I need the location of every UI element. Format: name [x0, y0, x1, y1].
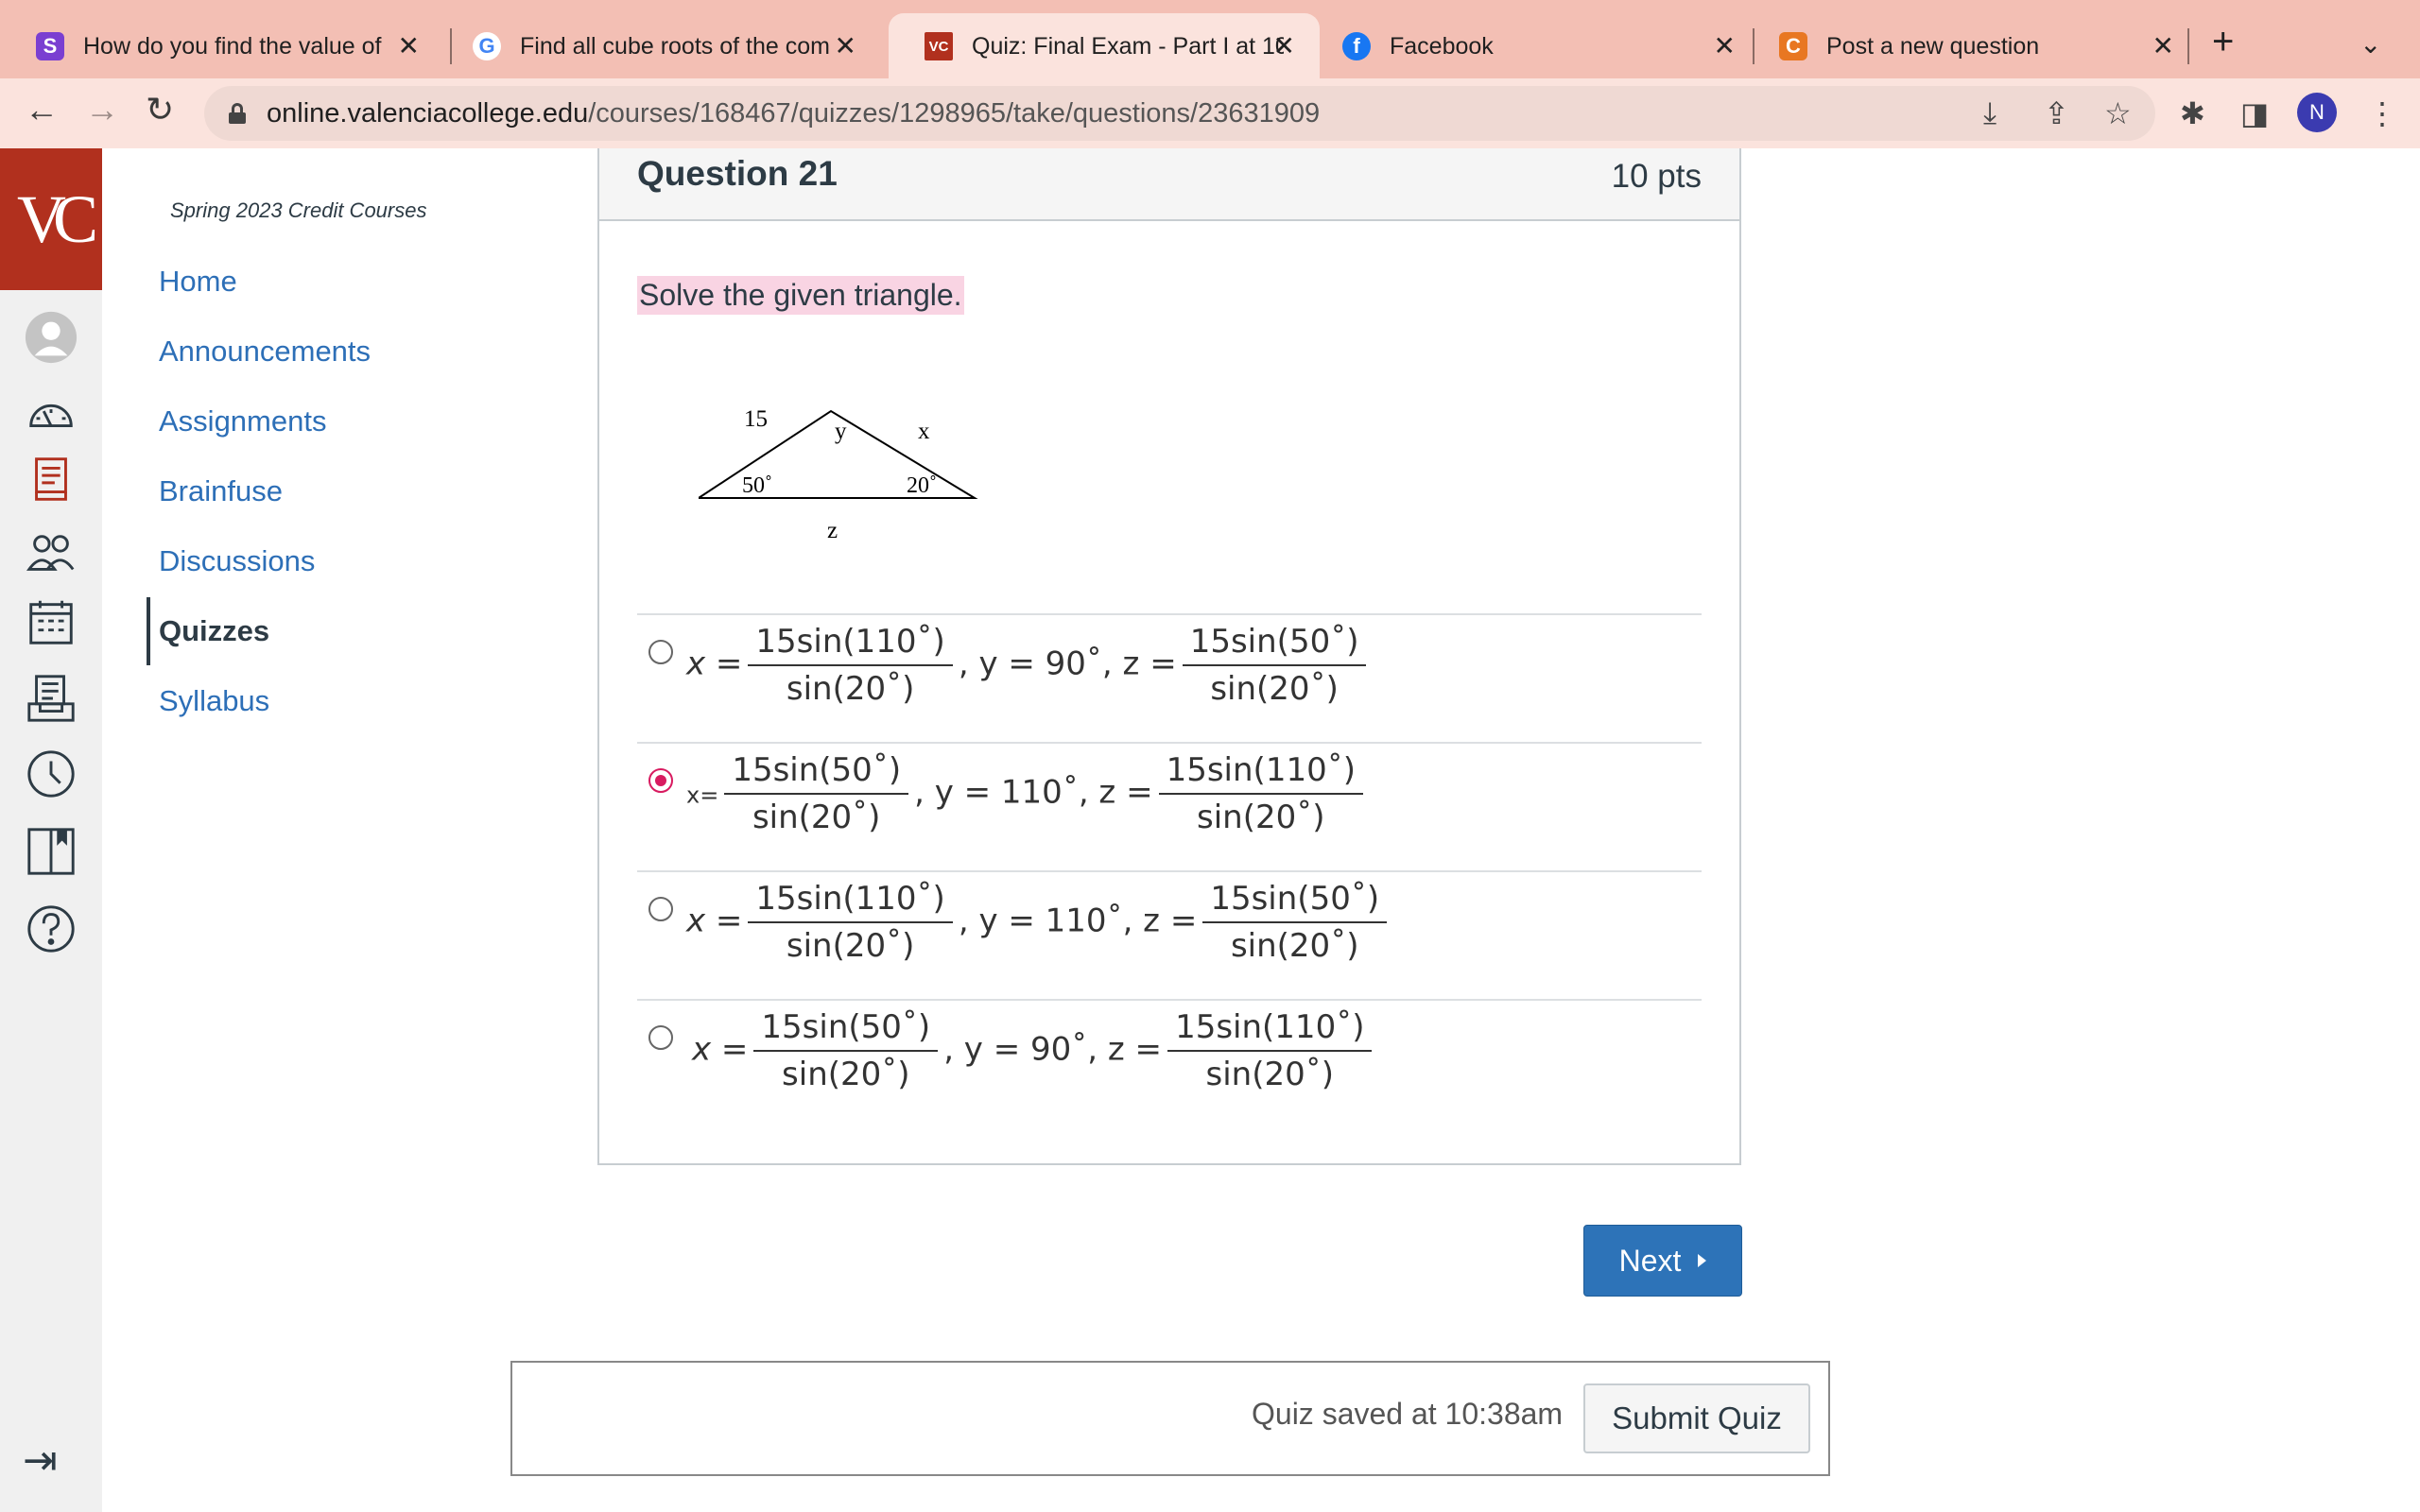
side-bottom-label: z [827, 518, 838, 543]
angle-top-label: y [835, 419, 847, 444]
global-nav: VC [0, 148, 102, 1512]
tab-title: Post a new question [1826, 32, 2040, 60]
close-icon[interactable]: ✕ [835, 30, 856, 61]
answer-radio-1[interactable] [648, 640, 673, 664]
valencia-icon: VC [925, 32, 953, 60]
facebook-icon: f [1342, 32, 1371, 60]
help-icon[interactable] [23, 901, 79, 957]
back-icon[interactable]: ← [25, 90, 59, 129]
next-button-label: Next [1618, 1243, 1682, 1278]
answer-option-4[interactable]: x = 15sin(50˚) sin(20˚), y = 90˚, z = 15sin… [637, 999, 1702, 1129]
studocu-icon: S [36, 32, 64, 60]
side-panel-icon[interactable]: ◨ [2240, 95, 2269, 131]
commons-icon[interactable] [23, 823, 79, 880]
answer-math-1: x = 15sin(110˚) sin(20˚), y = 90˚, z = 15si… [686, 623, 1372, 708]
close-icon[interactable]: ✕ [1273, 30, 1295, 61]
side-left-label: 15 [744, 406, 768, 432]
tab-title: Quiz: Final Exam - Part I at 10 [972, 32, 1284, 60]
quiz-saved-status: Quiz saved at 10:38am [1252, 1397, 1564, 1431]
browser-tab-3-active[interactable]: VC Quiz: Final Exam - Part I at 10 ✕ [889, 13, 1320, 79]
answer-math-3: x = 15sin(110˚) sin(20˚), y = 110˚, z = 15s… [686, 880, 1392, 965]
bookmark-star-icon[interactable]: ☆ [2104, 95, 2132, 131]
term-label: Spring 2023 Credit Courses [170, 198, 427, 222]
submit-quiz-button[interactable]: Submit Quiz [1583, 1383, 1810, 1453]
answer-option-2[interactable]: x= 15sin(50˚) sin(20˚), y = 110˚, z = 15sin… [637, 742, 1702, 872]
collapse-nav-icon[interactable]: ⇥ [23, 1436, 58, 1485]
address-bar[interactable]: online.valenciacollege.edu/courses/16846… [204, 86, 2155, 141]
profile-avatar[interactable]: N [2297, 93, 2337, 132]
side-right-label: x [918, 419, 930, 444]
course-nav-brainfuse[interactable]: Brainfuse [159, 474, 283, 508]
answer-math-2: x= 15sin(50˚) sin(20˚), y = 110˚, z = 15sin… [686, 751, 1369, 836]
forward-icon[interactable]: → [85, 90, 119, 129]
answer-math-4: x = 15sin(50˚) sin(20˚), y = 90˚, z = 15sin… [692, 1008, 1377, 1093]
tab-title: How do you find the value of [83, 32, 382, 60]
history-icon[interactable] [23, 746, 79, 802]
answer-radio-4[interactable] [648, 1025, 673, 1050]
question-title: Question 21 [637, 154, 838, 193]
dashboard-icon[interactable] [23, 385, 79, 441]
answer-radio-3[interactable] [648, 897, 673, 921]
valencia-logo[interactable]: VC [0, 148, 102, 290]
more-menu-icon[interactable]: ⋮ [2367, 95, 2397, 131]
url-path: /courses/168467/quizzes/1298965/take/que… [588, 97, 1321, 129]
inbox-icon[interactable] [23, 670, 79, 727]
course-nav-syllabus[interactable]: Syllabus [159, 684, 269, 718]
question-box: Question 21 10 pts Solve the given trian… [597, 148, 1741, 1165]
new-tab-icon[interactable]: + [2212, 21, 2234, 63]
browser-tab-bar: S How do you find the value of ✕ G Find … [0, 0, 2420, 79]
tab-title: Facebook [1390, 32, 1494, 60]
quiz-footer: Quiz saved at 10:38am Submit Quiz [510, 1361, 1830, 1476]
browser-tab-4[interactable]: f Facebook ✕ [1306, 13, 1760, 79]
browser-toolbar: ← → ↻ online.valenciacollege.edu/courses… [0, 78, 2420, 148]
answer-option-1[interactable]: x = 15sin(110˚) sin(20˚), y = 90˚, z = 15si… [637, 613, 1702, 744]
close-icon[interactable]: ✕ [398, 30, 420, 61]
course-nav-assignments[interactable]: Assignments [159, 404, 326, 438]
browser-tab-2[interactable]: G Find all cube roots of the com ✕ [437, 13, 881, 79]
lock-icon [229, 103, 246, 124]
question-points: 10 pts [1611, 158, 1702, 195]
answer-radio-2-selected[interactable] [648, 768, 673, 793]
close-icon[interactable]: ✕ [2152, 30, 2174, 61]
extensions-icon[interactable]: ✱ [2180, 95, 2205, 131]
course-nav-quizzes[interactable]: Quizzes [159, 614, 269, 648]
browser-tab-5[interactable]: C Post a new question ✕ [1743, 13, 2199, 79]
active-indicator [147, 597, 150, 665]
close-icon[interactable]: ✕ [1714, 30, 1736, 61]
reload-icon[interactable]: ↻ [146, 90, 174, 129]
angle-right-label: 20˚ [907, 473, 937, 498]
angle-left-label: 50˚ [742, 473, 772, 498]
groups-icon[interactable] [23, 526, 79, 583]
course-nav-discussions[interactable]: Discussions [159, 544, 315, 578]
share-icon[interactable]: ⇪ [2044, 95, 2069, 131]
question-text: Solve the given triangle. [637, 276, 964, 315]
course-nav-announcements[interactable]: Announcements [159, 335, 371, 369]
calendar-icon[interactable] [23, 594, 79, 651]
chegg-icon: C [1779, 32, 1807, 60]
google-icon: G [473, 32, 501, 60]
install-icon[interactable]: ⤓ [1983, 95, 1996, 131]
browser-tab-1[interactable]: S How do you find the value of ✕ [0, 13, 444, 79]
url-host: online.valenciacollege.edu [267, 97, 589, 129]
triangle-figure: 15 y x 50˚ 20˚ z [699, 406, 978, 543]
answer-option-3[interactable]: x = 15sin(110˚) sin(20˚), y = 110˚, z = 15s… [637, 870, 1702, 1001]
next-button[interactable]: Next [1583, 1225, 1742, 1297]
tab-separator [2187, 28, 2189, 64]
course-nav-home[interactable]: Home [159, 265, 237, 299]
caret-right-icon [1698, 1254, 1707, 1267]
chevron-down-icon[interactable]: ⌄ [2360, 28, 2381, 60]
tab-title: Find all cube roots of the com [520, 32, 830, 60]
account-icon[interactable] [23, 309, 79, 366]
courses-icon[interactable] [23, 451, 79, 507]
question-header: Question 21 10 pts [599, 148, 1739, 221]
